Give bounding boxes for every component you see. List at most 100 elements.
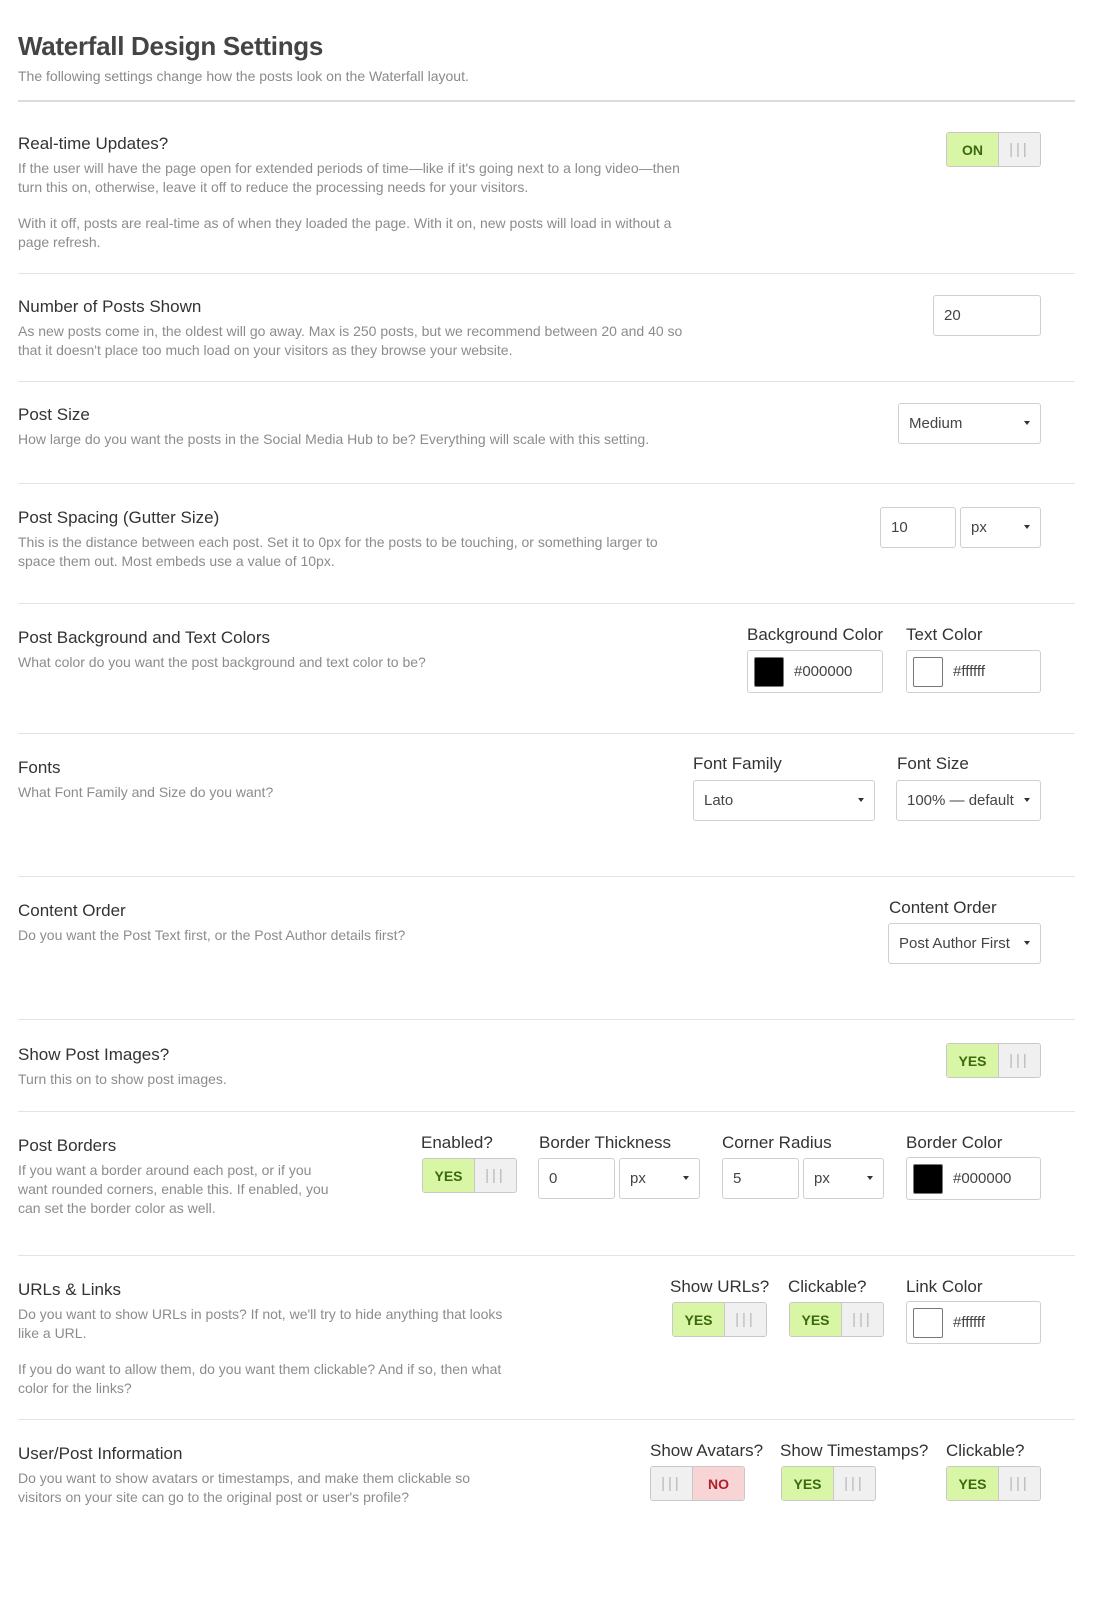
section-divider	[18, 381, 1075, 382]
show-timestamps-toggle[interactable]: YES |||	[781, 1466, 876, 1501]
chevron-down-icon	[858, 798, 864, 802]
images-title: Show Post Images?	[18, 1045, 170, 1064]
corner-radius-field[interactable]	[722, 1158, 799, 1199]
content-order-value: Post Author First	[899, 935, 1010, 952]
background-color-picker[interactable]: #000000	[747, 650, 883, 693]
chevron-down-icon	[1024, 798, 1030, 802]
borders-enabled-toggle[interactable]: YES |||	[422, 1158, 517, 1193]
borders-description: If you want a border around each post, o…	[18, 1162, 329, 1216]
borders-title: Post Borders	[18, 1136, 117, 1155]
show-avatars-toggle[interactable]: ||| NO	[650, 1466, 745, 1501]
post-size-description: How large do you want the posts in the S…	[18, 431, 650, 447]
color-swatch[interactable]	[913, 656, 943, 687]
userinfo-title: User/Post Information	[18, 1444, 183, 1463]
header-divider	[18, 100, 1075, 102]
background-color-label: Background Color	[747, 625, 884, 644]
post-size-select[interactable]: Medium	[898, 403, 1041, 444]
content-order-label: Content Order	[889, 898, 997, 917]
realtime-description-2: With it off, posts are real-time as of w…	[18, 215, 672, 250]
toggle-grip-icon: |||	[999, 1044, 1040, 1077]
realtime-toggle[interactable]: ON |||	[946, 132, 1041, 167]
urls-description-2: If you do want to allow them, do you wan…	[18, 1361, 502, 1396]
border-thickness-unit-value: px	[630, 1170, 646, 1187]
content-order-title: Content Order	[18, 901, 126, 920]
content-order-description: Do you want the Post Text first, or the …	[18, 927, 406, 943]
section-divider	[18, 1019, 1075, 1020]
corner-radius-input[interactable]	[733, 1170, 798, 1187]
section-divider	[18, 483, 1075, 484]
border-thickness-unit-select[interactable]: px	[619, 1158, 700, 1199]
chevron-down-icon	[683, 1176, 689, 1180]
toggle-grip-icon: |||	[475, 1159, 516, 1192]
num-posts-input[interactable]	[944, 307, 1040, 324]
realtime-title: Real-time Updates?	[18, 134, 169, 153]
toggle-on-label: YES	[790, 1303, 842, 1336]
toggle-on-label: YES	[947, 1044, 999, 1077]
section-divider	[18, 1111, 1075, 1112]
font-family-select[interactable]: Lato	[693, 780, 875, 821]
urls-clickable-toggle[interactable]: YES |||	[789, 1302, 884, 1337]
content-order-select[interactable]: Post Author First	[888, 923, 1041, 964]
userinfo-clickable-label: Clickable?	[946, 1441, 1025, 1460]
border-thickness-label: Border Thickness	[539, 1133, 671, 1152]
page-title: Waterfall Design Settings	[18, 31, 324, 61]
section-divider	[18, 1419, 1075, 1420]
chevron-down-icon	[867, 1176, 873, 1180]
show-urls-toggle[interactable]: YES |||	[672, 1302, 767, 1337]
chevron-down-icon	[1024, 421, 1030, 425]
chevron-down-icon	[1024, 941, 1030, 945]
show-urls-label: Show URLs?	[670, 1277, 770, 1296]
corner-radius-label: Corner Radius	[722, 1133, 832, 1152]
num-posts-field[interactable]	[933, 295, 1041, 336]
images-description: Turn this on to show post images.	[18, 1071, 227, 1087]
toggle-grip-icon: |||	[725, 1303, 766, 1336]
userinfo-clickable-toggle[interactable]: YES |||	[946, 1466, 1041, 1501]
link-color-value: #ffffff	[953, 1314, 985, 1331]
border-thickness-field[interactable]	[538, 1158, 615, 1199]
color-swatch[interactable]	[913, 1163, 943, 1194]
font-size-value: 100% — default	[907, 792, 1014, 809]
post-size-value: Medium	[909, 415, 963, 432]
images-toggle[interactable]: YES |||	[946, 1043, 1041, 1078]
background-color-value: #000000	[794, 663, 853, 680]
font-family-value: Lato	[704, 792, 734, 809]
toggle-grip-icon: |||	[999, 133, 1040, 166]
font-size-select[interactable]: 100% — default	[896, 780, 1041, 821]
spacing-title: Post Spacing (Gutter Size)	[18, 508, 220, 527]
section-divider	[18, 733, 1075, 734]
toggle-on-label: YES	[423, 1159, 475, 1192]
font-size-label: Font Size	[897, 754, 969, 773]
corner-radius-unit-value: px	[814, 1170, 830, 1187]
color-swatch[interactable]	[754, 656, 784, 687]
num-posts-title: Number of Posts Shown	[18, 297, 202, 316]
color-swatch[interactable]	[913, 1307, 943, 1338]
border-color-value: #000000	[953, 1170, 1012, 1187]
borders-enabled-label: Enabled?	[421, 1133, 493, 1152]
show-avatars-label: Show Avatars?	[650, 1441, 764, 1460]
spacing-input[interactable]	[891, 519, 955, 536]
show-timestamps-label: Show Timestamps?	[780, 1441, 929, 1460]
corner-radius-unit-select[interactable]: px	[803, 1158, 884, 1199]
toggle-on-label: YES	[782, 1467, 834, 1500]
toggle-grip-icon: |||	[999, 1467, 1040, 1500]
border-color-picker[interactable]: #000000	[906, 1157, 1041, 1200]
spacing-unit-select[interactable]: px	[960, 507, 1041, 548]
urls-title: URLs & Links	[18, 1280, 121, 1299]
text-color-label: Text Color	[906, 625, 983, 644]
fonts-description: What Font Family and Size do you want?	[18, 784, 274, 800]
chevron-down-icon	[1024, 525, 1030, 529]
font-family-label: Font Family	[693, 754, 782, 773]
text-color-picker[interactable]: #ffffff	[906, 650, 1041, 693]
toggle-on-label: ON	[947, 133, 999, 166]
link-color-picker[interactable]: #ffffff	[906, 1301, 1041, 1344]
colors-description: What color do you want the post backgrou…	[18, 654, 426, 670]
toggle-on-label: YES	[947, 1467, 999, 1500]
urls-description: Do you want to show URLs in posts? If no…	[18, 1306, 503, 1341]
toggle-on-label: YES	[673, 1303, 725, 1336]
spacing-field[interactable]	[880, 507, 956, 548]
toggle-grip-icon: |||	[834, 1467, 875, 1500]
border-thickness-input[interactable]	[549, 1170, 614, 1187]
spacing-unit-value: px	[971, 519, 987, 536]
spacing-description: This is the distance between each post. …	[18, 534, 658, 569]
border-color-label: Border Color	[906, 1133, 1003, 1152]
